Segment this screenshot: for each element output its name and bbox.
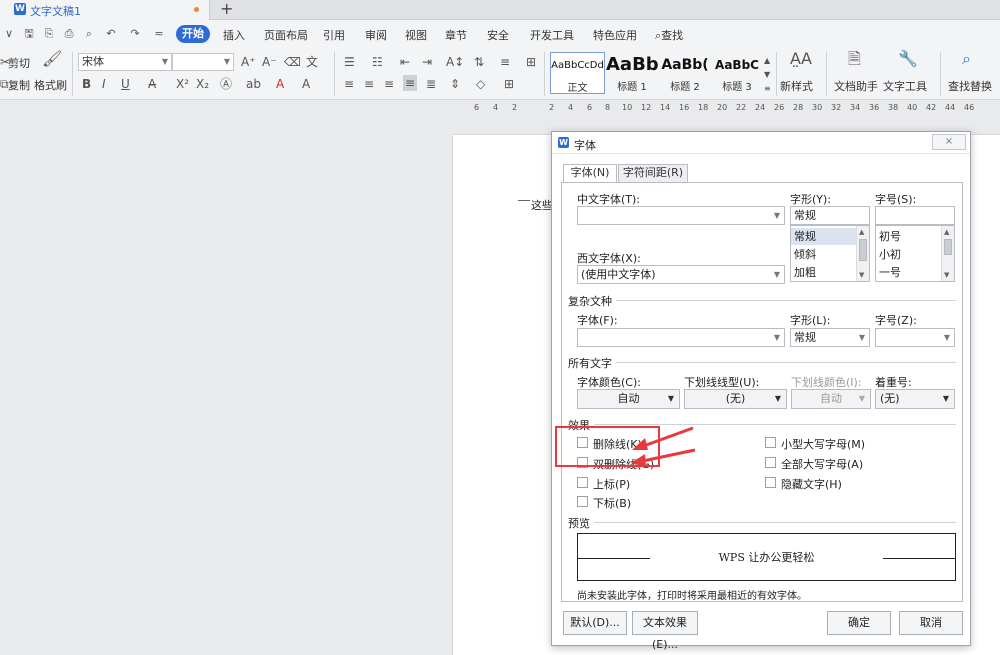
annotation-arrows (631, 426, 696, 467)
annotation-arrow-icon (632, 426, 694, 450)
annotation-arrow-icon (631, 448, 696, 467)
